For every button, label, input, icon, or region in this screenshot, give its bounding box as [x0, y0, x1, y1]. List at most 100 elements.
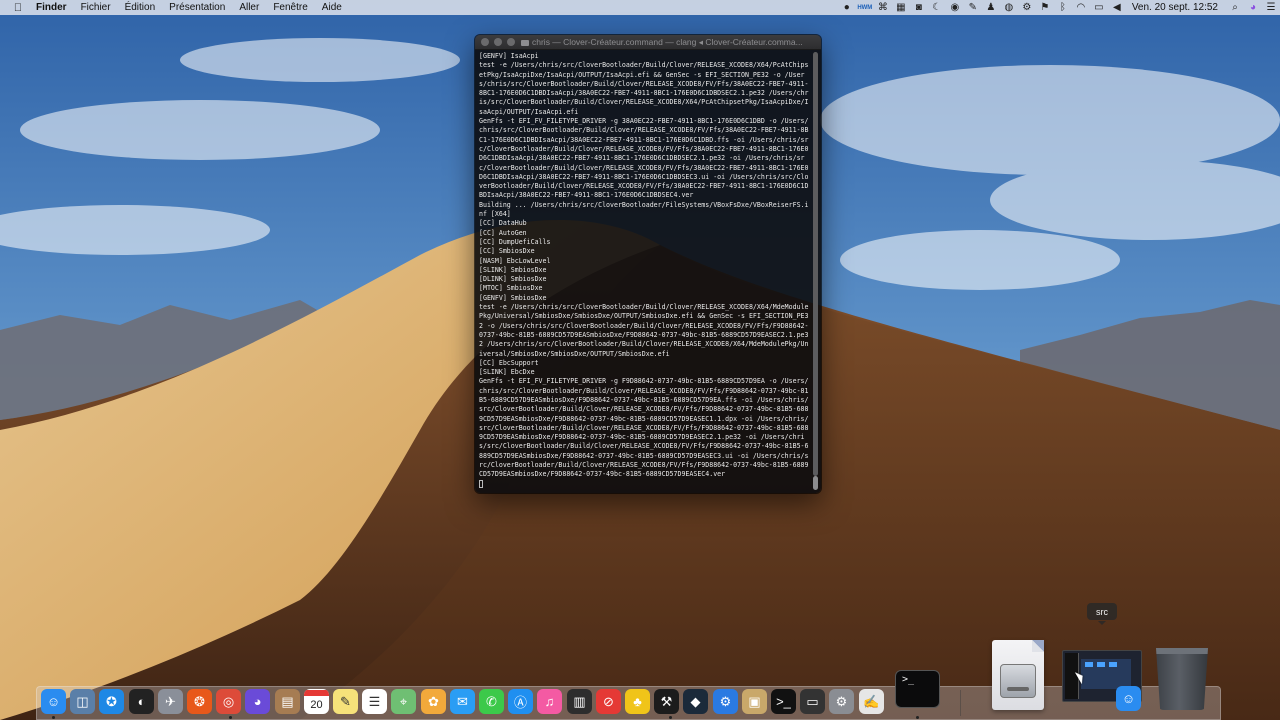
terminal-line: [CC] EbcSupport	[479, 358, 539, 367]
preview-icon[interactable]: ◫	[70, 689, 95, 714]
preview-tab	[1097, 662, 1105, 667]
dock-separator	[960, 690, 961, 716]
notification-center-icon[interactable]: ☰	[1262, 0, 1280, 15]
trash-rim	[1156, 648, 1208, 654]
contacts-icon[interactable]: ▤	[275, 689, 300, 714]
camera-icon[interactable]: ◙	[910, 0, 928, 15]
launchpad-icon[interactable]: ✈	[158, 689, 183, 714]
menu-edition[interactable]: Édition	[118, 2, 163, 13]
folder-icon	[521, 39, 529, 46]
menu-finder[interactable]: Finder	[36, 2, 74, 13]
scrollbar[interactable]	[812, 52, 819, 490]
folder-tooltip: src	[1087, 603, 1117, 625]
app-store-icon[interactable]: Ⓐ	[508, 689, 533, 714]
terminal-line: GenFfs -t EFI_FV_FILETYPE_DRIVER -g F9D8…	[479, 377, 809, 479]
mission-control-icon[interactable]: ▥	[567, 689, 592, 714]
window-title: chris — Clover-Créateur.command — clang …	[521, 37, 815, 48]
terminal-line: [CC] DumpUefiCalls	[479, 237, 551, 246]
terminal-line: test -e /Users/chris/src/CloverBootloade…	[479, 303, 809, 358]
siri-dashboard-icon[interactable]: ◐	[129, 689, 154, 714]
terminal-line: GenFfs -t EFI_FV_FILETYPE_DRIVER -g 38A0…	[479, 117, 809, 200]
photos-icon[interactable]: ✿	[421, 689, 446, 714]
status-area: ● HWM ⌘ ▦ ◙ ☾ ◉ ✎ ♟ ◍ ⚙ ⚑ ᛒ ◠ ▭ ◀ Ven. 2…	[838, 0, 1280, 15]
hwmonitor-icon[interactable]: HWM	[856, 0, 874, 15]
terminal-line: [CC] AutoGen	[479, 228, 527, 237]
battery-icon[interactable]: ▭	[1090, 0, 1108, 15]
minimize-button[interactable]	[494, 38, 502, 46]
calendar-icon[interactable]: 20	[304, 689, 329, 714]
moon-icon[interactable]: ☾	[928, 0, 946, 15]
android-icon[interactable]: ♟	[982, 0, 1000, 15]
terminal-line: [NASM] EbcLowLevel	[479, 256, 551, 265]
page-corner	[1032, 640, 1044, 652]
clover-configurator-icon[interactable]: ♣	[625, 689, 650, 714]
script-editor-icon[interactable]: ✍	[859, 689, 884, 714]
terminal-titlebar[interactable]: chris — Clover-Créateur.command — clang …	[475, 35, 821, 50]
siri-icon[interactable]: ◕	[245, 689, 270, 714]
terminal-prompt: >_	[902, 674, 915, 685]
maps-icon[interactable]: ⌖	[391, 689, 416, 714]
volume-icon[interactable]: ◀	[1108, 0, 1126, 15]
dropbox-icon[interactable]: ◆	[683, 689, 708, 714]
disk-icon[interactable]: ◍	[1000, 0, 1018, 15]
itunes-icon[interactable]: ♫	[537, 689, 562, 714]
chrome-icon[interactable]: ◎	[216, 689, 241, 714]
safari-icon[interactable]: ✪	[99, 689, 124, 714]
close-button[interactable]	[481, 38, 489, 46]
flag-icon[interactable]: ⚑	[1036, 0, 1054, 15]
terminal-small-icon[interactable]: >_	[771, 689, 796, 714]
scrollbar-track	[813, 52, 818, 476]
no-entry-icon[interactable]: ⊘	[596, 689, 621, 714]
window-controls	[475, 38, 515, 46]
remote-desktop-icon[interactable]: ▭	[800, 689, 825, 714]
menu-fichier[interactable]: Fichier	[74, 2, 118, 13]
trash-icon[interactable]	[1156, 648, 1208, 710]
text-cursor	[479, 479, 483, 488]
terminal-output[interactable]: [GENFV] IsaAcpi test -e /Users/chris/src/…	[479, 52, 809, 490]
color-picker-icon[interactable]: ✎	[964, 0, 982, 15]
notes-icon[interactable]: ✎	[333, 689, 358, 714]
finder-icon[interactable]: ☺	[41, 689, 66, 714]
reminders-icon[interactable]: ☰	[362, 689, 387, 714]
scrollbar-thumb[interactable]	[813, 476, 818, 490]
zoom-button[interactable]	[507, 38, 515, 46]
grid-icon[interactable]: ▦	[892, 0, 910, 15]
terminal-cursor-line	[479, 479, 809, 489]
gear-icon[interactable]: ⚙	[1018, 0, 1036, 15]
terminal-line: [CC] SmbiosDxe	[479, 247, 535, 256]
apple-menu-icon[interactable]: 	[0, 2, 36, 14]
system-preferences-icon[interactable]: ⚙	[829, 689, 854, 714]
terminal-dock-icon[interactable]: >_	[895, 670, 940, 708]
menu-clock[interactable]: Ven. 20 sept. 12:52	[1126, 2, 1226, 13]
xcode-tools-icon[interactable]: ⚙	[713, 689, 738, 714]
menu-presentation[interactable]: Présentation	[162, 2, 232, 13]
wifi-icon[interactable]: ◠	[1072, 0, 1090, 15]
eye-icon[interactable]: ◉	[946, 0, 964, 15]
terminal-line: Building ... /Users/chris/src/CloverBoot…	[479, 200, 809, 219]
menu-bar:  Finder Fichier Édition Présentation Al…	[0, 0, 1280, 15]
bluetooth-icon[interactable]: ᛒ	[1054, 0, 1072, 15]
preview-tab	[1085, 662, 1093, 667]
messages-icon[interactable]: ✉	[450, 689, 475, 714]
command-icon[interactable]: ⌘	[874, 0, 892, 15]
siri-icon[interactable]: ◕	[1244, 0, 1262, 15]
terminal-line: [SLINK] SmbiosDxe	[479, 265, 547, 274]
search-icon[interactable]: ⌕	[1226, 0, 1244, 15]
hard-drive-icon	[1000, 664, 1036, 698]
terminal-line: [CC] DataHub	[479, 219, 527, 228]
running-indicator	[229, 716, 232, 719]
xcode-icon[interactable]: ⚒	[654, 689, 679, 714]
facetime-icon[interactable]: ✆	[479, 689, 504, 714]
finder-badge-icon: ☺	[1116, 686, 1141, 711]
menu-fenetre[interactable]: Fenêtre	[266, 2, 314, 13]
terminal-window[interactable]: chris — Clover-Créateur.command — clang …	[475, 35, 821, 493]
menu-aller[interactable]: Aller	[232, 2, 266, 13]
record-icon[interactable]: ●	[838, 0, 856, 15]
archive-icon[interactable]: ▣	[742, 689, 767, 714]
preview-tab	[1109, 662, 1117, 667]
finder-preview	[1081, 659, 1131, 689]
disk-image-document-icon[interactable]	[992, 640, 1044, 710]
firefox-icon[interactable]: ❂	[187, 689, 212, 714]
running-indicator	[916, 716, 919, 719]
menu-aide[interactable]: Aide	[315, 2, 349, 13]
